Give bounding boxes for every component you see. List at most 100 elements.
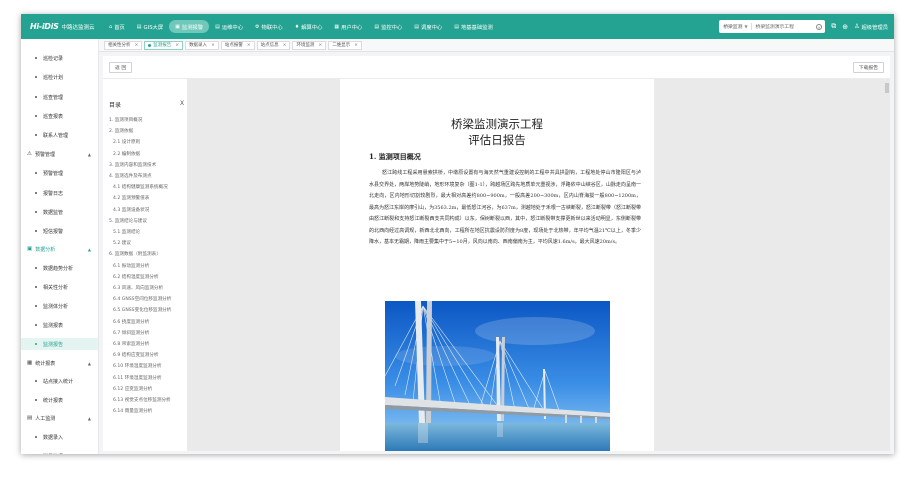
- toc-item[interactable]: 6.12 应变监测分析: [113, 386, 152, 392]
- toc-item[interactable]: 6.9 结构应变监测分析: [113, 352, 159, 358]
- nav-item-label: 首页: [114, 24, 125, 31]
- sidebar-item[interactable]: 统计报表: [21, 394, 98, 406]
- nav-item-label: 监测报警: [181, 24, 204, 31]
- toc-item[interactable]: 6.10 环境温度监测分析: [113, 363, 161, 369]
- sidebar-item[interactable]: 数据录入: [21, 431, 98, 443]
- fullscreen-icon[interactable]: ⧉: [831, 22, 836, 31]
- page-tab[interactable]: 站点报警 ×: [220, 40, 255, 50]
- sidebar-item[interactable]: 报警日志: [21, 187, 98, 199]
- viewer-scrollbar[interactable]: [885, 81, 889, 449]
- sidebar-item[interactable]: 巡查报表: [21, 110, 98, 122]
- toc-item[interactable]: 6.5 GNSS变化位移监测分析: [113, 307, 171, 313]
- back-button[interactable]: 返 回: [109, 62, 133, 73]
- nav-item[interactable]: ▣ 监测报警: [169, 20, 210, 33]
- globe-icon[interactable]: ⊕: [842, 23, 848, 31]
- sidebar-item[interactable]: 预警管理: [21, 167, 98, 179]
- sidebar-item-label: 站点接入统计: [43, 378, 74, 385]
- nav-item-label: 用户中心: [341, 24, 363, 31]
- close-tab-icon[interactable]: ×: [247, 43, 251, 48]
- sidebar-item[interactable]: 数据趋势分析: [21, 262, 98, 274]
- sidebar-item[interactable]: 相关性分析: [21, 281, 98, 293]
- toc-item[interactable]: 6. 监测数据（附监测表）: [109, 251, 161, 257]
- toc-item[interactable]: 6.3 风速、风向监测分析: [113, 285, 163, 291]
- tab-label: 相关性分析: [108, 43, 131, 48]
- clear-search-icon[interactable]: ×: [816, 23, 823, 30]
- page-tab[interactable]: 监测报告 ×: [144, 40, 184, 50]
- sidebar-item-label: 数据趋势分析: [43, 265, 74, 272]
- section-heading: 1. 监测项目概况: [369, 152, 421, 161]
- toc-item[interactable]: 6.7 倾斜监测分析: [113, 330, 149, 336]
- search-scope-select[interactable]: 桥梁监测 ▼: [719, 23, 752, 30]
- page-tab[interactable]: 数据录入 ×: [185, 40, 219, 50]
- sidebar-item[interactable]: 巡查管理: [21, 91, 98, 103]
- close-tab-icon[interactable]: ×: [135, 43, 139, 48]
- logo[interactable]: Hi-iDiS 中路达监测云: [30, 22, 100, 31]
- toc-item[interactable]: 4. 监测选件及布测点: [109, 173, 152, 179]
- sidebar-item[interactable]: 监测报表: [21, 319, 98, 331]
- toc-item[interactable]: 1. 监测项目概况: [109, 117, 142, 123]
- sidebar-item[interactable]: 联系人管理: [21, 129, 98, 141]
- toc-item[interactable]: 2.1 设计原则: [113, 139, 140, 145]
- toc-item[interactable]: 6.8 吊索监测分析: [113, 341, 149, 347]
- toc-item[interactable]: 5. 监测结论与建议: [109, 218, 147, 224]
- toc-item[interactable]: 5.2 建议: [113, 240, 131, 246]
- bridge-photo: [385, 301, 610, 451]
- sidebar-item[interactable]: 站点接入统计: [21, 375, 98, 387]
- toc-item[interactable]: 4.1 结构健康监测系统概况: [113, 184, 168, 190]
- user-menu[interactable]: ♙ 超级管理员: [854, 23, 888, 31]
- sidebar-item[interactable]: 测量数据: [21, 450, 98, 455]
- toc-item[interactable]: 6.2 结构温度监测分析: [113, 274, 159, 280]
- nav-item[interactable]: ⌂ 首页: [103, 20, 131, 33]
- close-tab-icon[interactable]: ×: [175, 43, 179, 48]
- toc-item[interactable]: 2.2 编制依据: [113, 151, 140, 157]
- search-input[interactable]: 桥梁监测演示工程: [752, 23, 817, 30]
- toc-item[interactable]: 6.1 振动监测分析: [113, 263, 149, 269]
- sidebar-item[interactable]: 监测报告: [21, 338, 98, 350]
- close-tab-icon[interactable]: ×: [354, 43, 358, 48]
- toc-item[interactable]: 6.4 GNSS空间位移监测分析: [113, 296, 171, 302]
- page-tab[interactable]: 二维显示 ×: [328, 40, 362, 50]
- page-tab[interactable]: 站点信息 ×: [256, 40, 291, 50]
- close-tab-icon[interactable]: ×: [211, 43, 215, 48]
- toc-item[interactable]: 6.11 环境湿度监测分析: [113, 375, 161, 381]
- nav-item[interactable]: ♦ 解算中心: [289, 20, 329, 33]
- toc-item[interactable]: 4.2 监测预警值表: [113, 195, 149, 201]
- sidebar-group[interactable]: ▤ 人工监测 ▲: [21, 412, 98, 424]
- download-report-button[interactable]: 下载报告: [852, 62, 884, 73]
- chevron-up-icon: ▲: [87, 151, 91, 157]
- sidebar-item[interactable]: 监测体分析: [21, 300, 98, 312]
- sidebar-item-label: 报警日志: [43, 190, 64, 197]
- nav-item[interactable]: ▤ GIS大屏: [131, 20, 169, 33]
- toc-item[interactable]: 5.1 监测结论: [113, 229, 140, 235]
- sidebar-group[interactable]: ▣ 数据分析 ▲: [21, 243, 98, 255]
- nav-item[interactable]: ▤ 运维中心: [209, 20, 249, 33]
- sidebar-item[interactable]: 数据监管: [21, 206, 98, 218]
- main-nav: ⌂ 首页 ▤ GIS大屏 ▣ 监测报警 ▤ 运维中心 ⚙ 物联中心 ♦ 解算中心 ▦ 用户中心 ▤ 监控中心 ▤…: [103, 20, 499, 33]
- sidebar-item[interactable]: 巡检计划: [21, 71, 98, 83]
- sidebar-group[interactable]: ▦ 统计报表 ▲: [21, 357, 98, 369]
- toc-item[interactable]: 6.14 雨量监测分析: [113, 408, 152, 414]
- nav-item-label: 物联中心: [261, 24, 283, 31]
- nav-item[interactable]: ⚙ 物联中心: [249, 20, 289, 33]
- page-tab[interactable]: 相关性分析 ×: [104, 40, 143, 50]
- top-nav-bar: Hi-iDiS 中路达监测云 ⌂ 首页 ▤ GIS大屏 ▣ 监测报警 ▤ 运维中心 ⚙ 物联中心 ♦…: [21, 14, 894, 39]
- nav-item[interactable]: ▤ 地基基础监测: [448, 20, 499, 33]
- toc-item[interactable]: 4.3 监测设备状况: [113, 207, 149, 213]
- page-tab[interactable]: 环境监测 ×: [292, 40, 327, 50]
- sidebar-item[interactable]: 巡检记录: [21, 52, 98, 64]
- scrollbar-thumb[interactable]: [885, 83, 889, 93]
- nav-item[interactable]: ▤ 调度中心: [408, 20, 448, 33]
- toc-item[interactable]: 3. 监测内容和监测技术: [109, 162, 156, 168]
- sidebar-group[interactable]: ⚠ 预警管理 ▲: [21, 148, 98, 160]
- sidebar-group-icon: ⚠: [27, 151, 32, 157]
- toc-close-icon[interactable]: X: [180, 100, 184, 107]
- toc-item[interactable]: 2. 监测依据: [109, 128, 133, 134]
- nav-item[interactable]: ▤ 监控中心: [368, 20, 408, 33]
- toc-item[interactable]: 6.6 挠度监测分析: [113, 319, 149, 325]
- toc-item[interactable]: 6.13 视觉支点位移监测分析: [113, 397, 171, 403]
- close-tab-icon[interactable]: ×: [318, 43, 322, 48]
- close-tab-icon[interactable]: ×: [283, 43, 287, 48]
- document-viewer[interactable]: 桥梁监测演示工程 评估日报告 1. 监测项目概况 怒江跨线工程采用悬索拱桥，中墩…: [187, 79, 890, 451]
- sidebar-item[interactable]: 短信报警: [21, 225, 98, 237]
- nav-item[interactable]: ▦ 用户中心: [328, 20, 368, 33]
